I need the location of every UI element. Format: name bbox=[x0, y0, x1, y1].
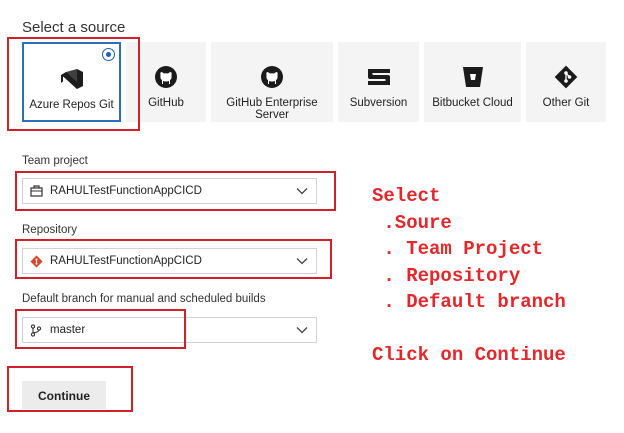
chevron-down-icon[interactable] bbox=[296, 187, 308, 195]
annotation-line: . Default branch bbox=[372, 291, 566, 313]
azure-repos-icon bbox=[59, 66, 85, 92]
source-tile-bitbucket-cloud[interactable]: Bitbucket Cloud bbox=[424, 42, 521, 122]
team-project-label: Team project bbox=[22, 155, 88, 167]
source-tile-github[interactable]: GitHub bbox=[126, 42, 206, 122]
chevron-down-icon[interactable] bbox=[296, 326, 308, 334]
tile-label: GitHub Enterprise Server bbox=[226, 97, 317, 121]
bitbucket-icon bbox=[461, 64, 485, 90]
source-tile-github-enterprise[interactable]: GitHub Enterprise Server bbox=[211, 42, 333, 122]
annotation-text: Select .Soure . Team Project . Repositor… bbox=[372, 183, 566, 369]
team-project-value: RAHULTestFunctionAppCICD bbox=[50, 185, 202, 197]
tile-label: Other Git bbox=[542, 97, 590, 109]
tile-label-line2: Server bbox=[255, 109, 289, 121]
branch-icon bbox=[29, 323, 43, 337]
annotation-line: . Repository bbox=[372, 264, 521, 287]
default-branch-label: Default branch for manual and scheduled … bbox=[22, 293, 266, 305]
git-repo-icon bbox=[29, 254, 43, 268]
default-branch-dropdown[interactable]: master bbox=[22, 317, 317, 343]
select-source-heading: Select a source bbox=[22, 19, 126, 36]
team-project-dropdown[interactable]: RAHULTestFunctionAppCICD bbox=[22, 178, 317, 204]
repository-dropdown[interactable]: RAHULTestFunctionAppCICD bbox=[22, 248, 317, 274]
selected-radio-icon[interactable] bbox=[102, 48, 115, 61]
source-tile-azure-repos-git[interactable]: Azure Repos Git bbox=[22, 42, 121, 122]
chevron-down-icon[interactable] bbox=[296, 257, 308, 265]
repository-label: Repository bbox=[22, 224, 77, 236]
annotation-line: Select bbox=[372, 185, 441, 207]
tile-label: GitHub bbox=[148, 97, 184, 109]
annotation-line: .Soure bbox=[372, 211, 452, 234]
project-icon bbox=[29, 184, 43, 198]
git-icon bbox=[554, 64, 578, 90]
tile-label: Subversion bbox=[349, 97, 408, 109]
default-branch-value: master bbox=[50, 324, 86, 336]
repository-value: RAHULTestFunctionAppCICD bbox=[50, 255, 202, 267]
annotation-line: Click on Continue bbox=[372, 344, 566, 366]
tile-label: Azure Repos Git bbox=[29, 99, 114, 111]
github-icon bbox=[260, 64, 284, 90]
tile-label-line1: GitHub Enterprise bbox=[226, 97, 318, 109]
annotation-line: . Team Project bbox=[372, 238, 544, 260]
continue-button[interactable]: Continue bbox=[22, 381, 106, 409]
subversion-icon bbox=[366, 64, 392, 90]
github-icon bbox=[154, 64, 178, 90]
source-tile-other-git[interactable]: Other Git bbox=[526, 42, 606, 122]
source-tile-subversion[interactable]: Subversion bbox=[338, 42, 419, 122]
tile-label: Bitbucket Cloud bbox=[432, 97, 513, 109]
